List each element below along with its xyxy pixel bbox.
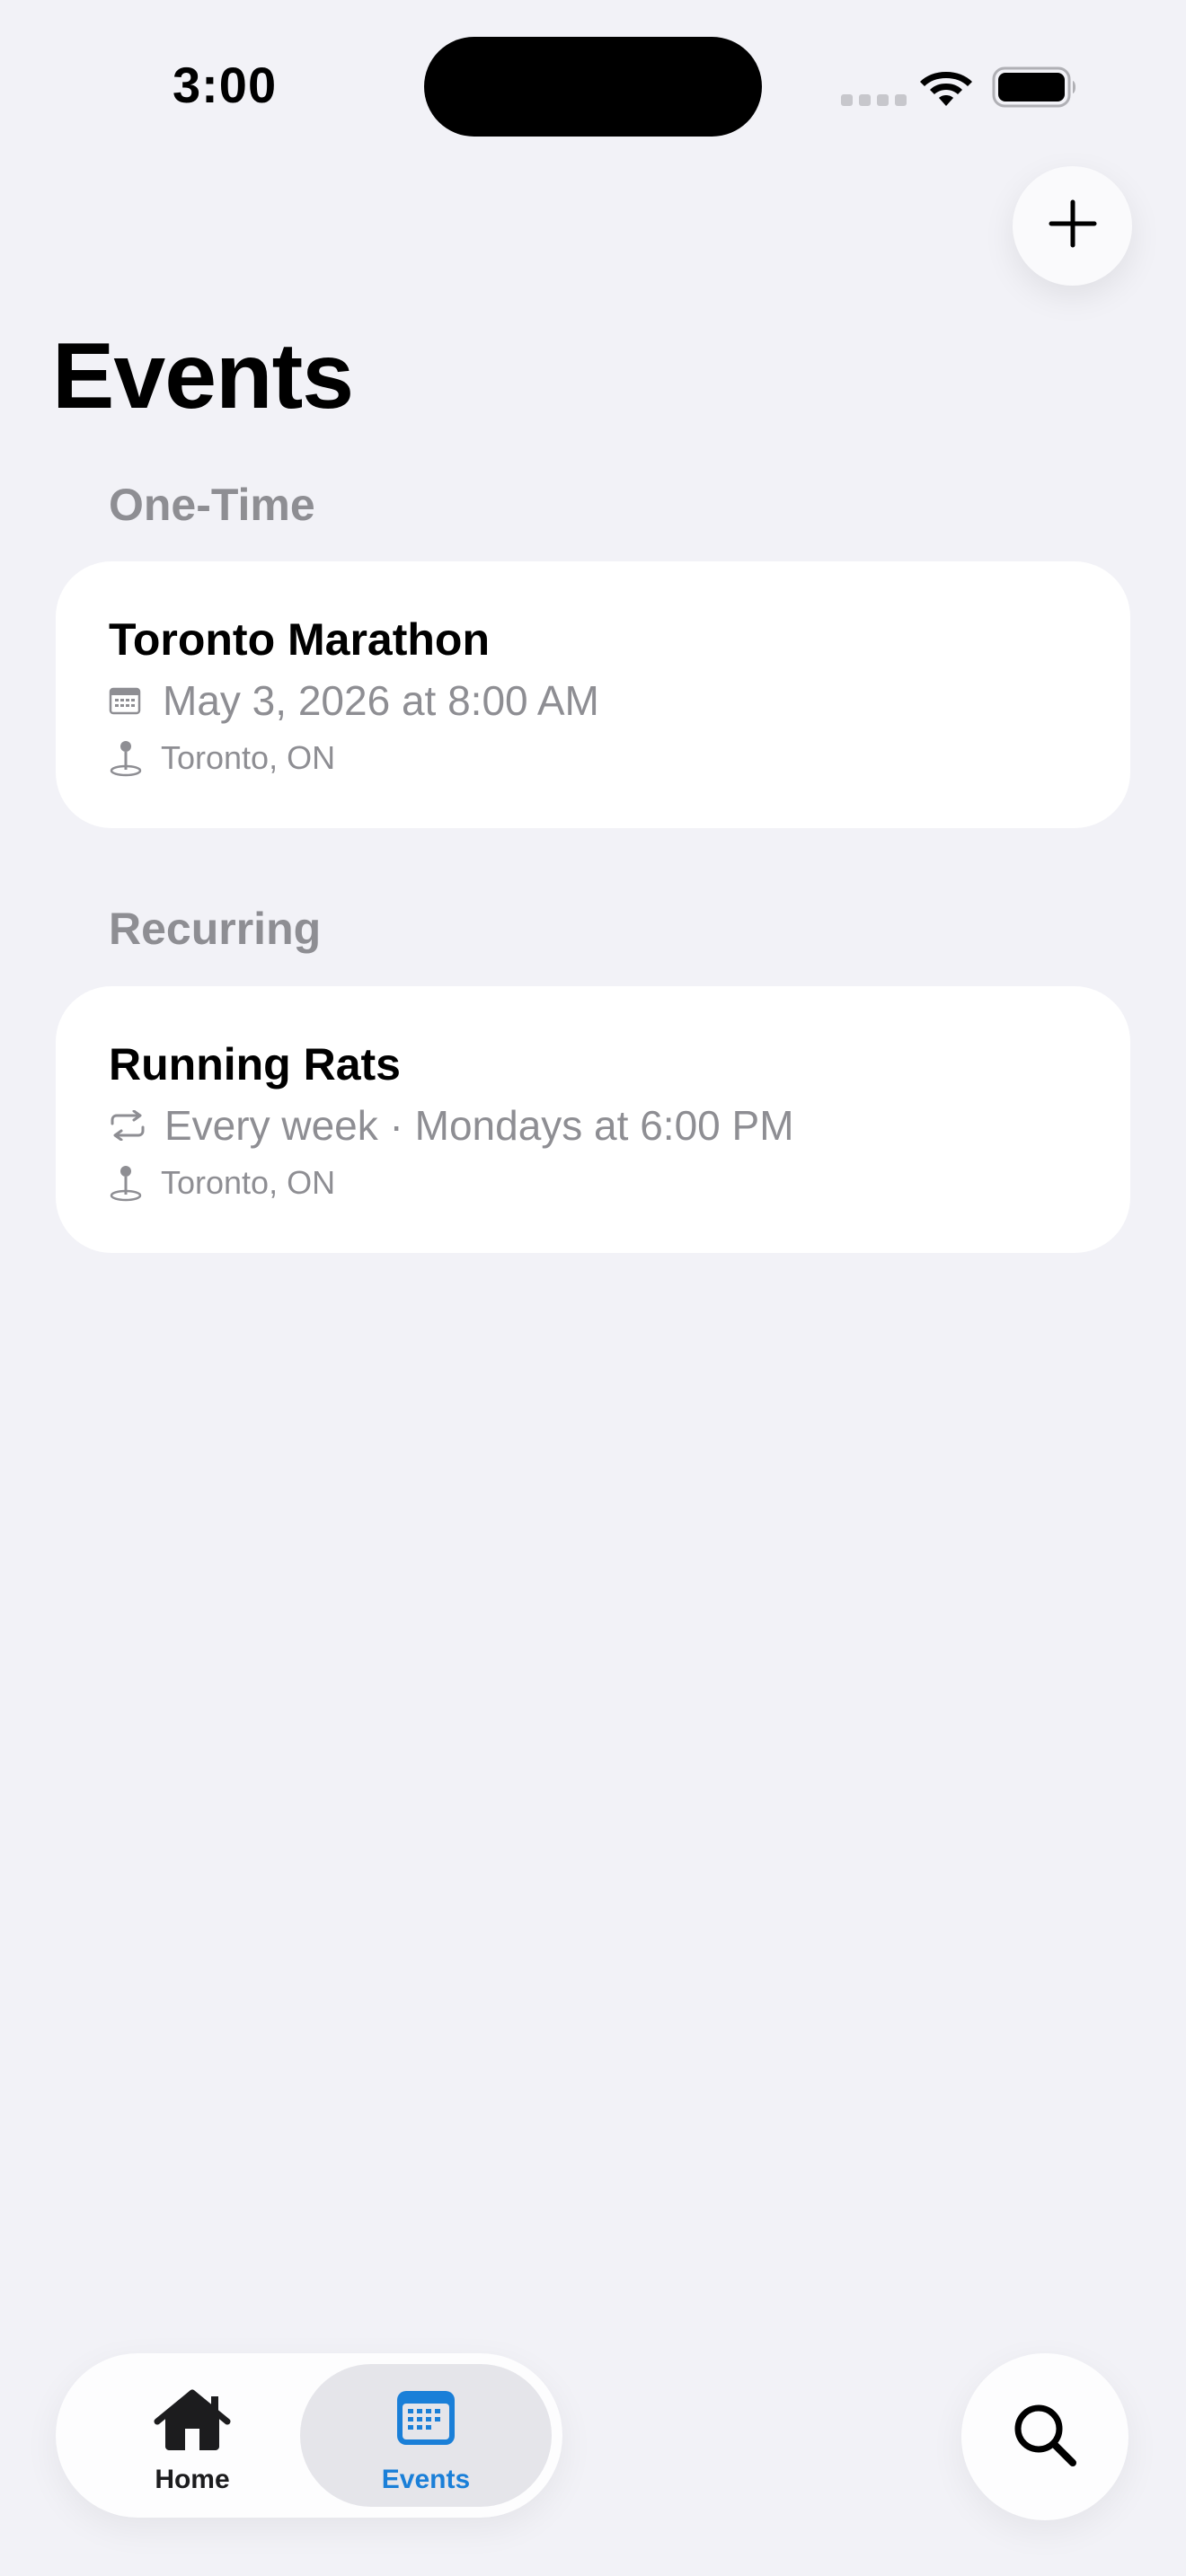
event-location: Toronto, ON [109, 1164, 335, 1202]
event-card-toronto-marathon[interactable]: Toronto Marathon May 3, 2026 at 8:00 AM … [56, 561, 1130, 828]
event-schedule: May 3, 2026 at 8:00 AM [109, 676, 599, 725]
event-schedule: Every week · Mondays at 6:00 PM [109, 1101, 794, 1150]
house-icon [66, 2389, 318, 2452]
event-location: Toronto, ON [109, 739, 335, 777]
tab-home[interactable]: Home [66, 2364, 318, 2507]
add-event-button[interactable] [1013, 166, 1132, 286]
dynamic-island [424, 37, 762, 137]
map-pin-icon [109, 1164, 150, 1202]
cellular-signal-icon [841, 94, 907, 106]
tab-bar: Home Events [56, 2353, 562, 2518]
tab-events-label: Events [381, 2465, 471, 2494]
search-button[interactable] [961, 2353, 1128, 2520]
event-card-running-rats[interactable]: Running Rats Every week · Mondays at 6:0… [56, 986, 1130, 1253]
repeat-icon [109, 1110, 152, 1141]
wifi-icon [918, 66, 974, 112]
status-bar: 3:00 [0, 0, 1186, 171]
plus-icon [1048, 198, 1098, 253]
event-schedule-text: Every week · Mondays at 6:00 PM [164, 1102, 794, 1149]
battery-icon [992, 66, 1078, 112]
page-title: Events [52, 324, 354, 428]
event-schedule-text: May 3, 2026 at 8:00 AM [163, 677, 599, 724]
calendar-icon [109, 686, 150, 715]
tab-events[interactable]: Events [300, 2364, 552, 2507]
map-pin-icon [109, 739, 150, 777]
tab-home-label: Home [155, 2465, 230, 2494]
status-time: 3:00 [173, 57, 278, 113]
calendar-icon [300, 2389, 552, 2447]
event-title: Running Rats [109, 1039, 401, 1090]
event-location-text: Toronto, ON [161, 739, 336, 776]
search-icon [1012, 2402, 1078, 2473]
section-header-one-time: One-Time [109, 480, 315, 530]
section-header-recurring: Recurring [109, 904, 322, 954]
event-location-text: Toronto, ON [161, 1164, 336, 1201]
event-title: Toronto Marathon [109, 614, 490, 665]
